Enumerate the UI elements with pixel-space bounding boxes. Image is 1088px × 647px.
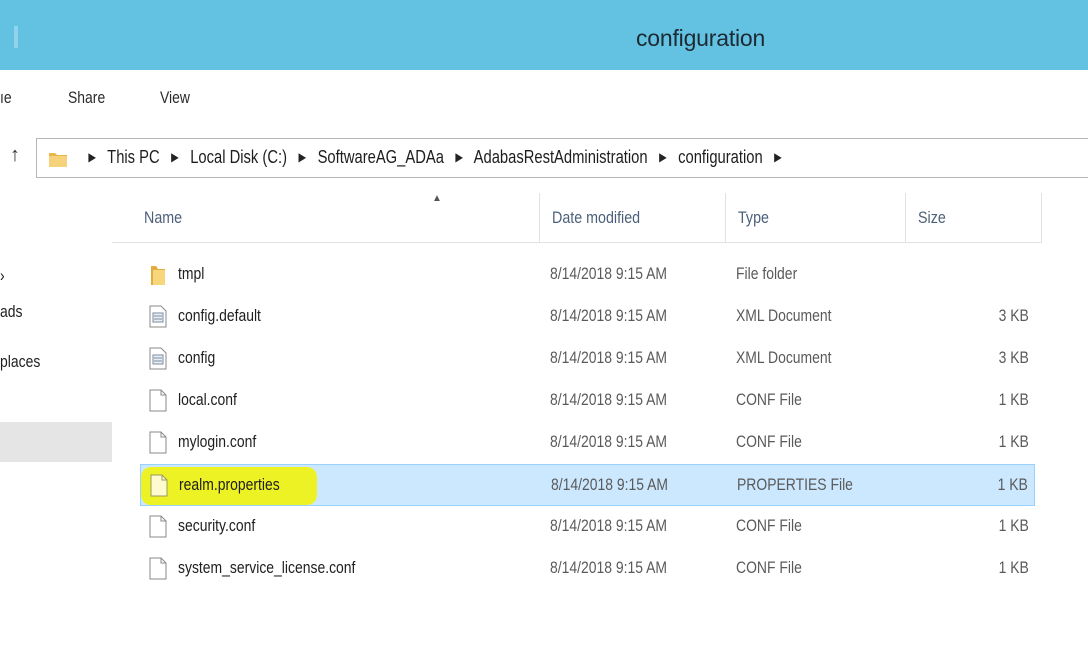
file-date: 8/14/2018 9:15 AM [550,558,668,577]
file-type: XML Document [736,306,832,325]
column-size[interactable]: Size [906,193,1042,243]
file-type: File folder [736,264,798,283]
file-size: 1 KB [998,432,1029,451]
breadcrumb-configuration[interactable]: configuration [678,147,763,167]
file-row-security-conf[interactable]: security.conf 8/14/2018 9:15 AM CONF Fil… [140,506,1035,548]
xml-file-icon [149,347,167,370]
file-type: XML Document [736,348,832,367]
address-row: ↑ ▶ This PC ▶ Local Disk (C:) ▶ Software… [0,122,1088,190]
file-icon [150,474,168,497]
chevron-right-icon[interactable]: ▶ [659,150,667,164]
file-row-mylogin-conf[interactable]: mylogin.conf 8/14/2018 9:15 AM CONF File… [140,422,1035,464]
file-size: 3 KB [998,306,1029,325]
file-icon [149,515,167,538]
file-name: config [178,348,216,367]
file-size: 1 KB [997,475,1028,494]
breadcrumb-adabasrest[interactable]: AdabasRestAdministration [474,147,648,167]
breadcrumb-this-pc[interactable]: This PC [107,147,159,167]
file-name: realm.properties [179,475,280,494]
file-icon [149,389,167,412]
file-type: PROPERTIES File [737,475,853,494]
tab-view[interactable]: View [160,88,190,108]
file-size: 1 KB [998,558,1029,577]
breadcrumb: ▶ This PC ▶ Local Disk (C:) ▶ SoftwareAG… [81,147,789,168]
nav-item-downloads[interactable]: ads [0,302,22,322]
xml-file-icon [149,305,167,328]
file-type: CONF File [736,390,802,409]
file-size: 1 KB [998,516,1029,535]
chevron-right-icon[interactable]: ▶ [299,150,307,164]
file-name: mylogin.conf [178,432,257,451]
file-row-config[interactable]: config 8/14/2018 9:15 AM XML Document 3 … [140,338,1035,380]
breadcrumb-local-disk[interactable]: Local Disk (C:) [190,147,287,167]
file-type: CONF File [736,432,802,451]
window-title: configuration [636,25,766,51]
column-date-modified[interactable]: Date modified [540,193,726,243]
file-row-system-service-license-conf[interactable]: system_service_license.conf 8/14/2018 9:… [140,548,1035,590]
file-date: 8/14/2018 9:15 AM [551,475,669,494]
file-name: tmpl [178,264,205,283]
breadcrumb-softwareag[interactable]: SoftwareAG_ADAa [318,147,444,167]
title-bar: configuration [0,0,1088,70]
folder-icon [49,153,67,167]
chevron-right-icon[interactable]: ▶ [774,150,782,164]
file-icon [149,557,167,580]
sort-ascending-icon: ▲ [432,193,442,204]
file-row-local-conf[interactable]: local.conf 8/14/2018 9:15 AM CONF File 1… [140,380,1035,422]
file-row-config-default[interactable]: config.default 8/14/2018 9:15 AM XML Doc… [140,296,1035,338]
file-type: CONF File [736,516,802,535]
file-icon [149,431,167,454]
ribbon-tabs: ıe Share View [0,70,1088,122]
file-size: 1 KB [998,390,1029,409]
file-date: 8/14/2018 9:15 AM [550,264,668,283]
file-row-tmpl[interactable]: tmpl 8/14/2018 9:15 AM File folder [140,254,1035,296]
nav-item-recent-places[interactable]: places [0,352,40,372]
file-name: security.conf [178,516,256,535]
folder-icon [151,266,165,285]
chevron-right-icon[interactable]: ▶ [171,150,179,164]
up-arrow-icon[interactable]: ↑ [10,144,20,167]
column-name[interactable]: Name ▲ [132,193,540,243]
tab-share[interactable]: Share [68,88,105,108]
file-name: local.conf [178,390,237,409]
navigation-pane: › ads places [0,190,112,647]
tab-home[interactable]: ıe [0,88,12,108]
file-date: 8/14/2018 9:15 AM [550,306,668,325]
column-header: Name ▲ Date modified Type Size [112,193,1042,243]
file-type: CONF File [736,558,802,577]
file-name: system_service_license.conf [178,558,356,577]
file-size: 3 KB [998,348,1029,367]
file-list: tmpl 8/14/2018 9:15 AM File folder confi… [140,254,1035,590]
chevron-right-icon[interactable]: ▶ [455,150,463,164]
file-row-realm-properties[interactable]: realm.properties 8/14/2018 9:15 AM PROPE… [140,464,1035,506]
file-date: 8/14/2018 9:15 AM [550,432,668,451]
column-type[interactable]: Type [726,193,906,243]
quick-access-icon[interactable] [14,26,18,48]
address-bar[interactable]: ▶ This PC ▶ Local Disk (C:) ▶ SoftwareAG… [36,138,1088,178]
file-name: config.default [178,306,261,325]
nav-item-selected[interactable] [0,422,112,462]
file-date: 8/14/2018 9:15 AM [550,516,668,535]
file-date: 8/14/2018 9:15 AM [550,390,668,409]
chevron-right-icon[interactable]: ▶ [88,150,96,164]
nav-item-partial[interactable]: › [0,266,5,286]
file-date: 8/14/2018 9:15 AM [550,348,668,367]
